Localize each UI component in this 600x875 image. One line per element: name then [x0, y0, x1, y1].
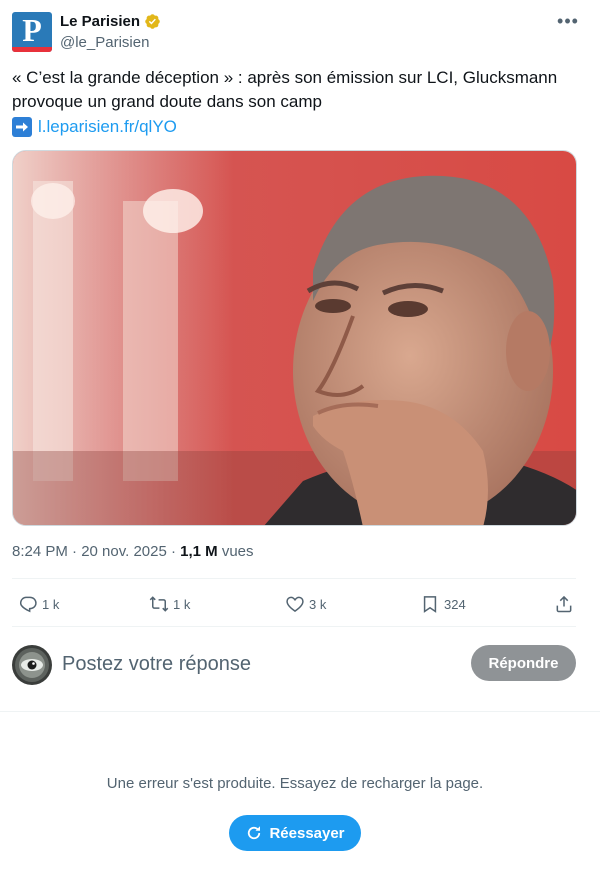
reply-input[interactable]: Postez votre réponse	[62, 653, 251, 676]
bookmark-icon	[423, 596, 437, 613]
repost-button[interactable]: 1 k	[149, 590, 190, 618]
tweet-time[interactable]: 8:24 PM · 20 nov. 2025 ·	[12, 543, 180, 560]
avatar-band	[12, 47, 52, 52]
reply-icon	[19, 596, 37, 613]
right-arrow-emoji-icon	[12, 117, 32, 137]
reply-count: 1 k	[42, 596, 60, 612]
views-count: 1,1 M	[180, 543, 218, 560]
repost-icon	[149, 596, 169, 612]
photo-portrait	[13, 151, 576, 525]
tweet-meta: 8:24 PM · 20 nov. 2025 · 1,1 M vues	[12, 543, 254, 560]
eye-avatar-image	[12, 645, 52, 685]
tweet-link-row: l.leparisien.fr/qlYO	[12, 115, 177, 139]
more-options-icon[interactable]: •••	[554, 12, 582, 36]
reply-button[interactable]: 1 k	[18, 590, 59, 618]
divider	[0, 711, 600, 712]
author-name-row[interactable]: Le Parisien	[60, 13, 161, 30]
tweet-link[interactable]: l.leparisien.fr/qlYO	[38, 115, 177, 139]
user-avatar[interactable]	[12, 645, 52, 685]
reply-composer: Postez votre réponse Répondre	[12, 645, 576, 685]
author-display-name[interactable]: Le Parisien	[60, 13, 140, 30]
tweet-image[interactable]	[12, 150, 577, 526]
author-avatar[interactable]: P	[12, 12, 52, 52]
share-icon	[556, 595, 572, 613]
views-label: vues	[217, 543, 254, 560]
reply-submit-button[interactable]: Répondre	[471, 645, 576, 681]
tweet-text: « C’est la grande déception » : après so…	[12, 68, 558, 111]
like-count: 3 k	[309, 596, 327, 612]
heart-icon	[286, 596, 304, 612]
divider	[12, 626, 576, 627]
like-button[interactable]: 3 k	[285, 590, 326, 618]
bookmark-button[interactable]: 324	[420, 590, 466, 618]
retry-button[interactable]: Réessayer	[229, 815, 361, 851]
verified-badge-icon	[145, 14, 160, 29]
avatar-letter: P	[22, 12, 42, 48]
tweet-header: P Le Parisien @le_Parisien •••	[12, 12, 588, 56]
tweet-actions: 1 k 1 k 3 k 324	[12, 590, 576, 618]
author-handle[interactable]: @le_Parisien	[60, 34, 149, 51]
share-button[interactable]	[554, 590, 574, 618]
refresh-icon	[248, 826, 261, 840]
error-message: Une erreur s'est produite. Essayez de re…	[106, 775, 484, 792]
repost-count: 1 k	[173, 596, 191, 612]
bookmark-count: 324	[444, 596, 466, 612]
divider	[12, 578, 576, 579]
retry-label: Réessayer	[269, 824, 345, 842]
